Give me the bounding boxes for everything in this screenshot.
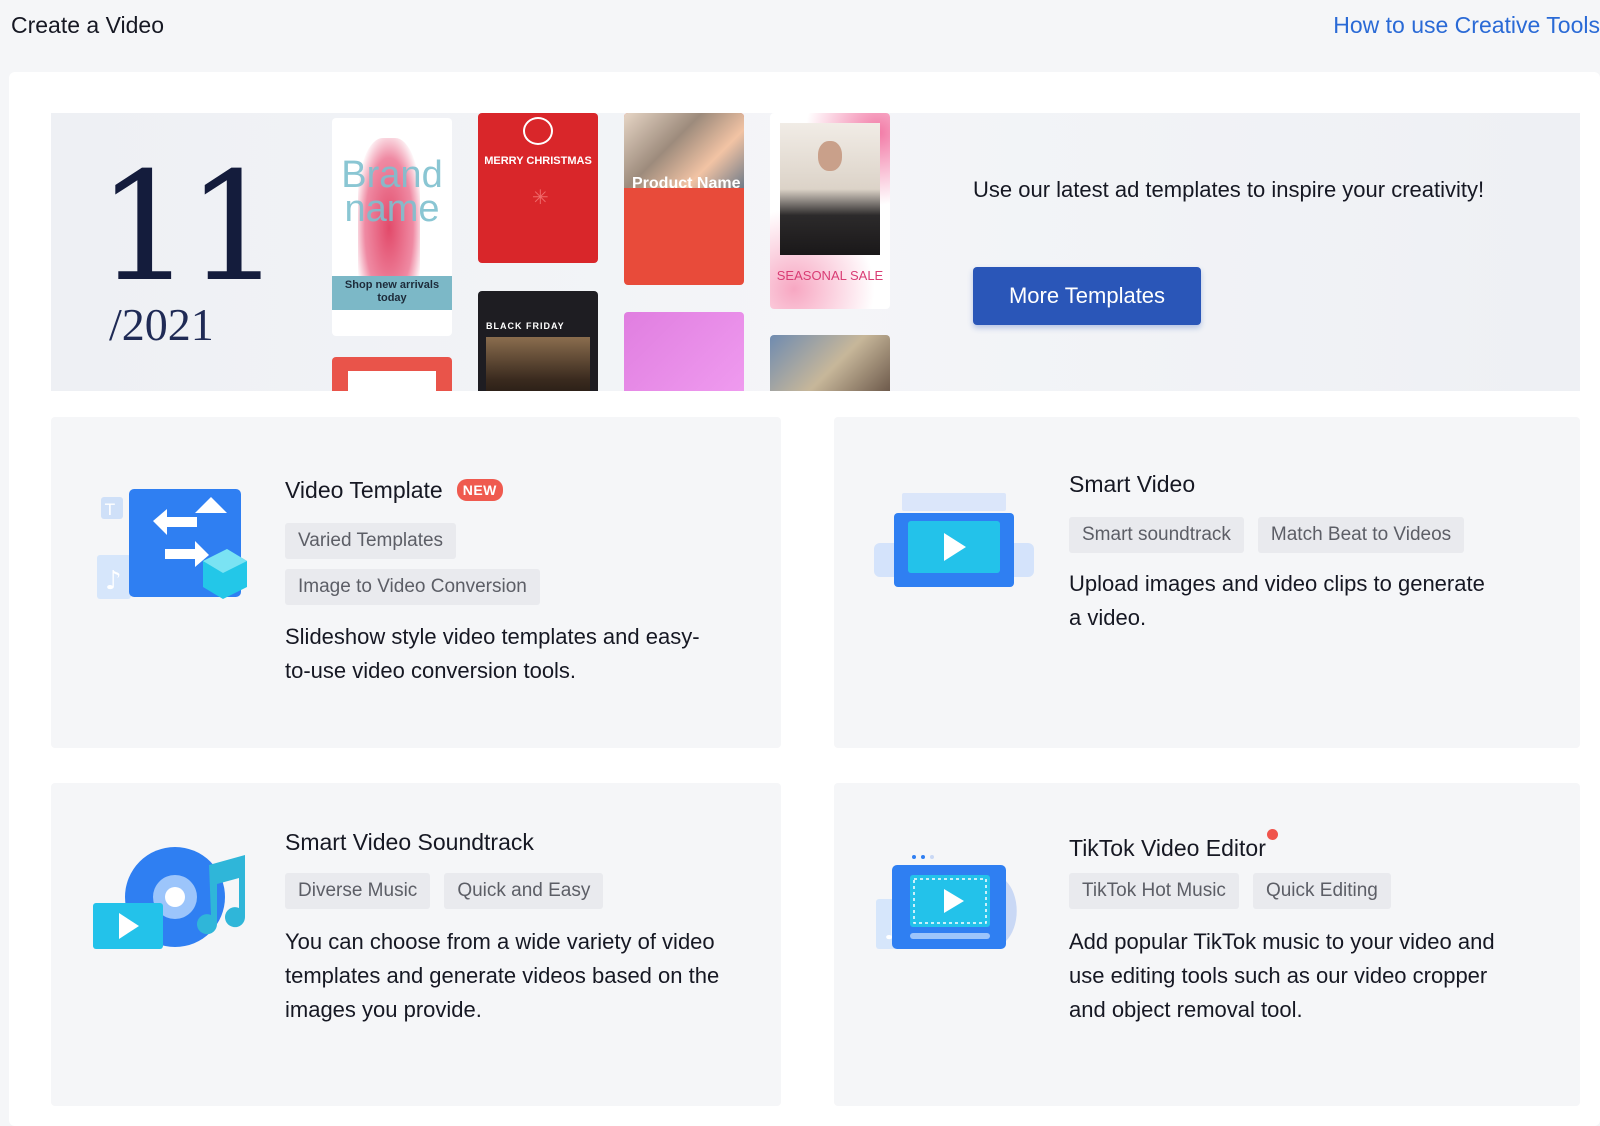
help-link[interactable]: How to use Creative Tools [1333,12,1600,39]
thumb-product-text: Product Name [632,175,741,192]
video-template-icon: ♪ T [91,477,251,617]
santa-icon [523,117,553,145]
card-title: Video Template NEW [285,477,503,504]
tag: Varied Templates [285,523,457,559]
snowflake-icon: ✳ [532,187,549,209]
template-thumb-red [332,357,452,391]
template-thumb-seasonal: SEASONAL SALE [770,113,890,309]
smart-video-icon [874,487,1034,627]
page-title: Create a Video [11,12,165,38]
card-smart-video-soundtrack[interactable]: Smart Video Soundtrack Diverse Music Qui… [51,783,781,1106]
svg-text:T: T [104,500,115,519]
thumb-blackfriday-text: BLACK FRIDAY [486,321,565,331]
top-bar: Create a Video How to use Creative Tools [0,0,1600,72]
card-description: Slideshow style video templates and easy… [285,624,700,683]
thumb-brand-text: Brand name [341,154,443,230]
banner-text: Use our latest ad templates to inspire y… [973,177,1485,202]
tag: Quick Editing [1252,873,1391,909]
banner-date-day: 11 [97,141,282,315]
card-description: Add popular TikTok music to your video a… [1069,929,1495,1022]
templates-banner: 11 /2021 Brand name Shop new arrivals to… [51,113,1580,391]
tag: Image to Video Conversion [285,569,540,605]
card-title: Smart Video [1069,471,1196,497]
svg-text:♪: ♪ [105,566,122,596]
tag: Smart soundtrack [1069,517,1244,553]
tag-list: TikTok Hot Music Quick Editing [1069,873,1569,909]
thumb-shop-text: Shop new arrivals today [332,276,452,310]
tag: Match Beat to Videos [1257,517,1465,553]
template-thumb-blackfriday: BLACK FRIDAY [478,291,598,391]
soundtrack-icon [91,845,251,985]
tag-list: Diverse Music Quick and Easy [285,873,785,909]
template-thumb-christmas: MERRY CHRISTMAS ✳ [478,113,598,263]
video-editor-icon: ♪ [874,851,1034,991]
template-thumb-product: Product Name [624,113,744,285]
card-smart-video[interactable]: Smart Video Smart soundtrack Match Beat … [834,417,1580,748]
more-templates-button[interactable]: More Templates [973,267,1201,325]
tag: TikTok Hot Music [1069,873,1239,909]
notification-dot [1266,829,1278,840]
tag-list: Varied Templates Image to Video Conversi… [285,523,585,605]
thumb-christmas-text: MERRY CHRISTMAS [484,155,592,167]
thumb-seasonal-text: SEASONAL SALE [776,268,884,283]
card-description: You can choose from a wide variety of vi… [285,929,720,1022]
card-description: Upload images and video clips to generat… [1069,571,1485,630]
template-thumb-brand: Brand name Shop new arrivals today [332,118,452,336]
card-title: Smart Video Soundtrack [285,829,534,855]
card-title: TikTok Video Editor [1069,829,1278,862]
banner-date-year: /2021 [109,299,214,350]
new-badge: NEW [456,479,503,501]
tag-list: Smart soundtrack Match Beat to Videos [1069,517,1569,553]
template-thumb-photo [770,335,890,391]
template-thumb-pink [624,312,744,391]
tag: Quick and Easy [444,873,604,909]
card-tiktok-video-editor[interactable]: ♪ TikTok Video Editor TikTok Hot Music Q… [834,783,1580,1106]
card-title-text: TikTok Video Editor [1069,835,1266,861]
card-video-template[interactable]: ♪ T Video Template NEW Varied Templates I… [51,417,781,748]
card-title-text: Video Template [285,477,443,503]
tag: Diverse Music [285,873,431,909]
